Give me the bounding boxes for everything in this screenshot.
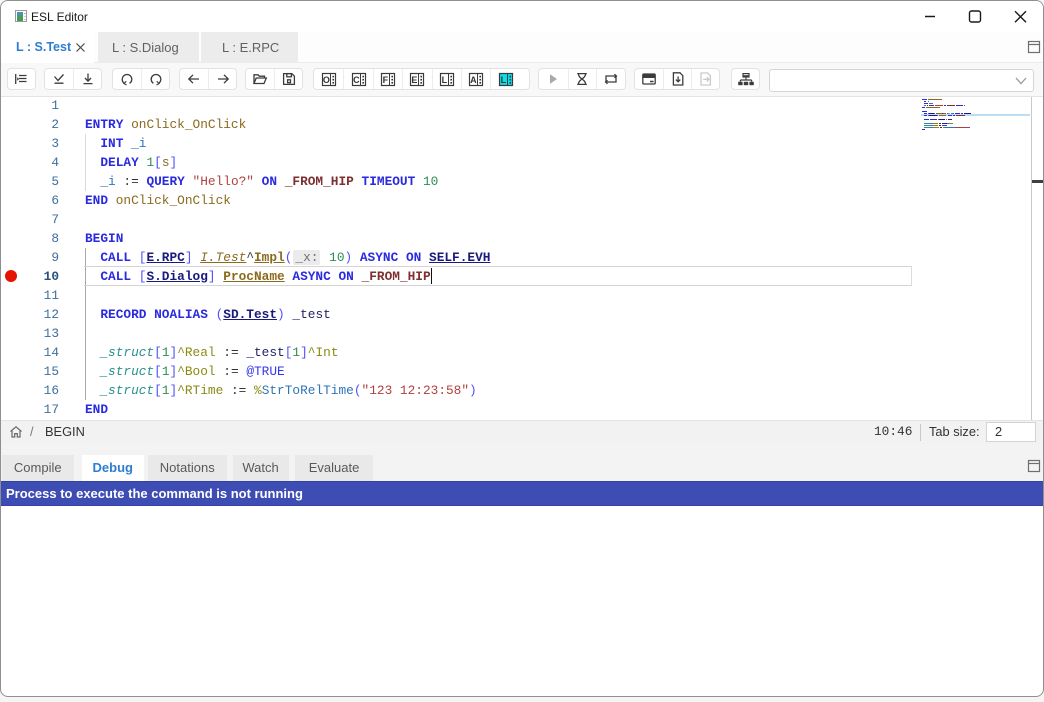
svg-text:A: A: [470, 74, 477, 84]
svg-text:O: O: [323, 74, 330, 84]
svg-text:L: L: [500, 74, 506, 84]
svg-text:C: C: [353, 74, 360, 84]
svg-text:L: L: [441, 74, 447, 84]
svg-text:E: E: [412, 74, 418, 84]
svg-text:F: F: [383, 74, 389, 84]
